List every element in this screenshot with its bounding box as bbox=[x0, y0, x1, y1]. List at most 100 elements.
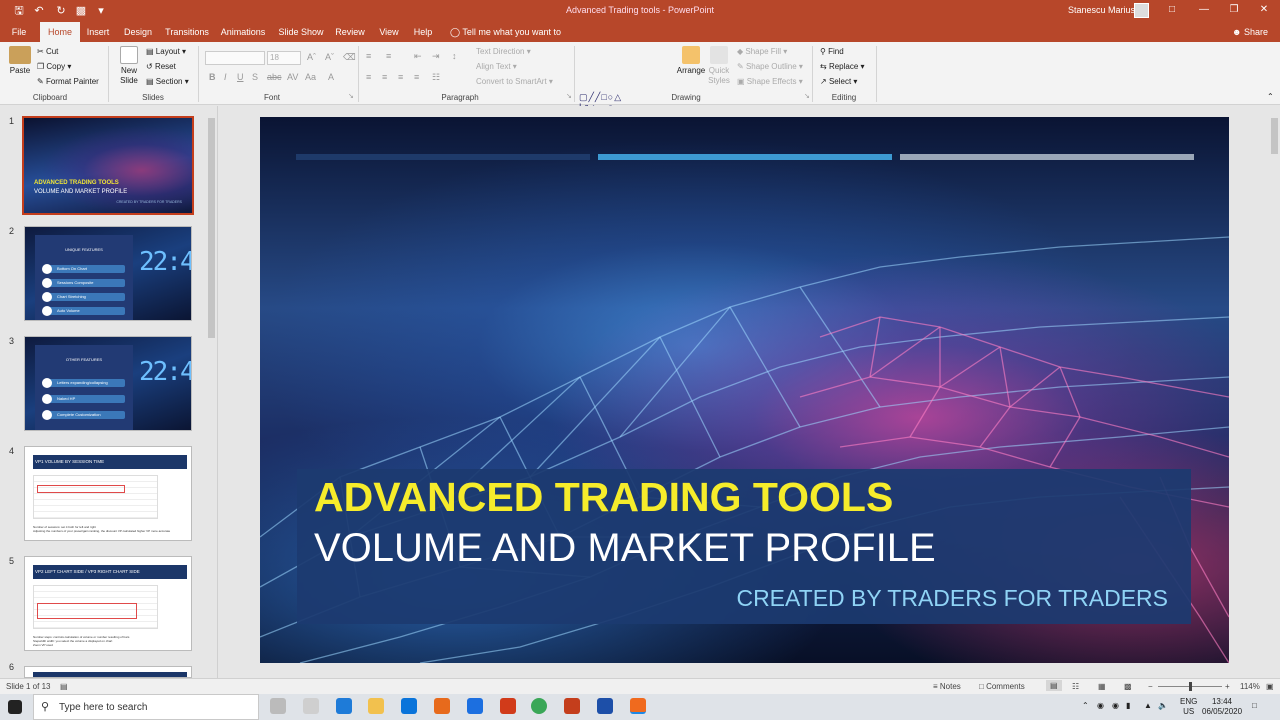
office-icon[interactable] bbox=[500, 698, 516, 714]
reset-button[interactable]: ↺ Reset bbox=[146, 62, 176, 71]
slideshow-icon[interactable]: ▩ bbox=[1124, 682, 1132, 691]
align-right-icon[interactable]: ≡ bbox=[398, 72, 403, 82]
align-center-icon[interactable]: ≡ bbox=[382, 72, 387, 82]
pen-app-icon[interactable] bbox=[303, 698, 319, 714]
numbering-icon[interactable]: ≡ bbox=[386, 51, 391, 61]
tell-me-box[interactable]: ◯ Tell me what you want to do bbox=[450, 22, 572, 57]
slide-thumbnail-5[interactable]: VP2 LEFT CHART SIDE / VP3 RIGHT CHART SI… bbox=[24, 556, 192, 651]
slide-sorter-icon[interactable]: ☷ bbox=[1072, 682, 1079, 691]
cut-button[interactable]: ✂ Cut bbox=[37, 47, 58, 56]
paste-button[interactable]: Paste bbox=[8, 46, 32, 76]
zoom-slider-thumb[interactable] bbox=[1189, 682, 1192, 691]
bold-icon[interactable]: B bbox=[209, 72, 216, 82]
tab-review[interactable]: Review bbox=[334, 22, 366, 42]
replace-button[interactable]: ⇆ Replace ▾ bbox=[820, 62, 865, 71]
shape-outline-button[interactable]: ✎ Shape Outline ▾ bbox=[737, 62, 803, 71]
user-name[interactable]: Stanescu Marius bbox=[1068, 5, 1135, 15]
restore-icon[interactable]: ❐ bbox=[1224, 4, 1244, 15]
line-spacing-icon[interactable]: ↕ bbox=[452, 51, 457, 61]
slide-thumbnail-1[interactable]: ADVANCED TRADING TOOLS VOLUME AND MARKET… bbox=[22, 116, 194, 215]
quick-styles-button[interactable]: Quick Styles bbox=[706, 46, 732, 86]
change-case-icon[interactable]: Aa bbox=[305, 72, 316, 82]
language-indicator[interactable]: ENG US bbox=[1180, 697, 1197, 717]
tab-file[interactable]: File bbox=[7, 22, 31, 42]
text-direction-button[interactable]: Text Direction ▾ bbox=[476, 47, 531, 56]
powerpoint-icon[interactable] bbox=[564, 698, 580, 714]
avatar[interactable] bbox=[1134, 3, 1149, 18]
trading-app-icon[interactable] bbox=[597, 698, 613, 714]
close-icon[interactable]: ✕ bbox=[1254, 4, 1274, 15]
shape-fill-button[interactable]: ◆ Shape Fill ▾ bbox=[737, 47, 787, 56]
tab-design[interactable]: Design bbox=[122, 22, 154, 42]
chrome-icon[interactable] bbox=[531, 698, 547, 714]
tab-transitions[interactable]: Transitions bbox=[164, 22, 210, 42]
recording-app-icon[interactable] bbox=[630, 698, 646, 714]
italic-icon[interactable]: I bbox=[224, 72, 227, 82]
slide-thumbnail-3[interactable]: OTHER FEATURES Letters expanding/collaps… bbox=[24, 336, 192, 431]
select-button[interactable]: ↗ Select ▾ bbox=[820, 77, 857, 86]
arrange-button[interactable]: Arrange bbox=[676, 46, 706, 76]
section-button[interactable]: ▤ Section ▾ bbox=[146, 77, 189, 86]
ribbon-display-options-icon[interactable]: □ bbox=[1162, 4, 1182, 15]
reading-view-icon[interactable]: ▦ bbox=[1098, 682, 1106, 691]
justify-icon[interactable]: ≡ bbox=[414, 72, 419, 82]
copy-button[interactable]: ❐ Copy ▾ bbox=[37, 62, 71, 71]
font-dialog-launcher-icon[interactable]: ↘ bbox=[348, 92, 354, 100]
font-size-input[interactable]: 18 bbox=[267, 51, 301, 65]
underline-icon[interactable]: U bbox=[237, 72, 244, 82]
firefox-icon[interactable] bbox=[434, 698, 450, 714]
collapse-ribbon-icon[interactable]: ⌃ bbox=[1267, 92, 1274, 101]
align-text-button[interactable]: Align Text ▾ bbox=[476, 62, 517, 71]
paragraph-dialog-launcher-icon[interactable]: ↘ bbox=[566, 92, 572, 100]
find-button[interactable]: ⚲ Find bbox=[820, 47, 844, 56]
fit-slide-icon[interactable]: ▣ bbox=[1266, 682, 1274, 691]
dropbox-icon[interactable] bbox=[467, 698, 483, 714]
slide-subtitle[interactable]: VOLUME AND MARKET PROFILE bbox=[314, 526, 936, 571]
convert-smartart-button[interactable]: Convert to SmartArt ▾ bbox=[476, 77, 553, 86]
strikethrough-icon[interactable]: abc bbox=[267, 72, 282, 82]
taskbar-search-box[interactable]: ⚲ Type here to search bbox=[33, 694, 259, 720]
clock[interactable]: 13:44 06/05/2020 bbox=[1202, 697, 1242, 717]
tab-view[interactable]: View bbox=[377, 22, 401, 42]
normal-view-icon[interactable]: ▤ bbox=[1046, 680, 1062, 691]
share-button[interactable]: ☻ Share bbox=[1232, 22, 1268, 42]
thumbnail-scrollbar[interactable] bbox=[207, 110, 216, 674]
show-hidden-icons-icon[interactable]: ⌃ bbox=[1082, 701, 1089, 710]
slide-thumbnail-2[interactable]: UNIQUE FEATURES Bottom On Chart Sessions… bbox=[24, 226, 192, 321]
decrease-font-icon[interactable]: Aˇ bbox=[325, 52, 334, 62]
notes-button[interactable]: ≡ Notes bbox=[933, 682, 961, 691]
minimize-icon[interactable]: — bbox=[1194, 4, 1214, 15]
slide-title[interactable]: ADVANCED TRADING TOOLS bbox=[314, 474, 893, 521]
increase-indent-icon[interactable]: ⇥ bbox=[432, 51, 440, 62]
decrease-indent-icon[interactable]: ⇤ bbox=[414, 51, 422, 62]
scrollbar-thumb[interactable] bbox=[208, 118, 215, 338]
notifications-icon[interactable]: □ bbox=[1252, 701, 1257, 710]
title-text-box[interactable]: ADVANCED TRADING TOOLS VOLUME AND MARKET… bbox=[297, 469, 1191, 624]
file-explorer-icon[interactable] bbox=[368, 698, 384, 714]
spellcheck-icon[interactable]: ▤ bbox=[60, 682, 68, 691]
font-name-input[interactable] bbox=[205, 51, 265, 65]
slide-thumbnail-6[interactable] bbox=[24, 666, 192, 678]
task-view-icon[interactable] bbox=[270, 698, 286, 714]
increase-font-icon[interactable]: Aˆ bbox=[307, 52, 316, 62]
font-color-icon[interactable]: A bbox=[328, 72, 334, 82]
tab-help[interactable]: Help bbox=[411, 22, 435, 42]
layout-button[interactable]: ▤ Layout ▾ bbox=[146, 47, 186, 56]
format-painter-button[interactable]: ✎ Format Painter bbox=[37, 77, 99, 86]
current-slide[interactable]: ADVANCED TRADING TOOLS VOLUME AND MARKET… bbox=[260, 117, 1229, 663]
wifi-icon[interactable]: ▲ bbox=[1144, 701, 1152, 710]
shape-effects-button[interactable]: ▣ Shape Effects ▾ bbox=[737, 77, 803, 86]
network-icon[interactable]: ◉ bbox=[1097, 701, 1104, 710]
tab-animations[interactable]: Animations bbox=[220, 22, 266, 42]
shadow-icon[interactable]: S bbox=[252, 72, 258, 82]
slide-thumbnail-4[interactable]: VP1 VOLUME BY SESSION TIME Number of ses… bbox=[24, 446, 192, 541]
bullets-icon[interactable]: ≡ bbox=[366, 51, 371, 61]
align-left-icon[interactable]: ≡ bbox=[366, 72, 371, 82]
comments-button[interactable]: □ Comments bbox=[979, 682, 1025, 691]
tab-slide-show[interactable]: Slide Show bbox=[278, 22, 324, 42]
zoom-in-icon[interactable]: + bbox=[1225, 682, 1230, 691]
new-slide-button[interactable]: New Slide bbox=[115, 46, 143, 86]
mail-icon[interactable] bbox=[401, 698, 417, 714]
slide-scrollbar[interactable] bbox=[1270, 106, 1279, 678]
slide-credit[interactable]: CREATED BY TRADERS FOR TRADERS bbox=[736, 585, 1168, 612]
